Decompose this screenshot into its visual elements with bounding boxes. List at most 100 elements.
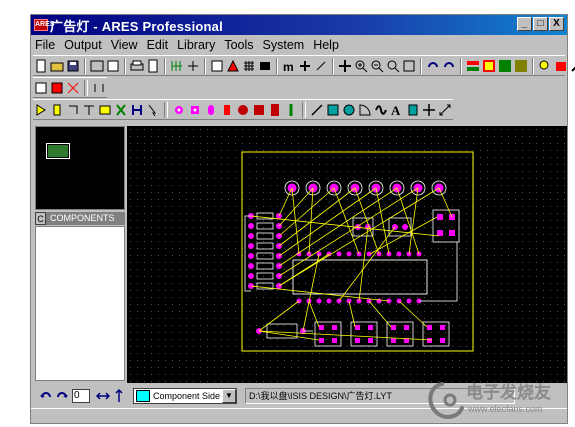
padstack-icon[interactable] bbox=[284, 103, 298, 117]
toolbar-separator bbox=[204, 57, 206, 74]
autoplace-icon[interactable] bbox=[50, 81, 64, 95]
ratsnest-icon[interactable] bbox=[66, 81, 80, 95]
design-toolbar bbox=[33, 77, 107, 98]
new-file-icon[interactable] bbox=[34, 59, 48, 73]
menu-edit[interactable]: Edit bbox=[147, 38, 169, 52]
drc-icon[interactable] bbox=[92, 81, 106, 95]
selection-mode-icon[interactable] bbox=[34, 103, 48, 117]
block-copy-icon[interactable] bbox=[466, 59, 480, 73]
metric-icon[interactable] bbox=[258, 59, 272, 73]
rotate-anticlockwise-icon[interactable] bbox=[39, 389, 53, 403]
block-move-icon[interactable] bbox=[482, 59, 496, 73]
svg-text:A: A bbox=[391, 103, 401, 117]
redo-icon[interactable] bbox=[442, 59, 456, 73]
minimize-button[interactable]: _ bbox=[517, 17, 532, 31]
rotation-angle-field[interactable]: 0 bbox=[72, 389, 90, 403]
via-mode-icon[interactable] bbox=[98, 103, 112, 117]
round-pad-icon[interactable] bbox=[172, 103, 186, 117]
metric-toggle-icon[interactable]: m bbox=[282, 59, 296, 74]
mirror-y-icon[interactable] bbox=[112, 388, 126, 403]
components-selector-button[interactable]: C bbox=[35, 212, 46, 225]
edge-pad-icon[interactable] bbox=[220, 103, 234, 117]
mirror-x-icon[interactable] bbox=[95, 389, 111, 403]
layers-icon[interactable] bbox=[226, 59, 240, 73]
watermark-brand-text: 电子发烧友 bbox=[466, 382, 551, 403]
menu-view[interactable]: View bbox=[111, 38, 138, 52]
marker-tool-icon[interactable] bbox=[422, 103, 436, 117]
export-icon[interactable] bbox=[106, 59, 120, 73]
overview-board-thumbnail bbox=[48, 145, 68, 157]
components-list[interactable] bbox=[35, 226, 125, 381]
watermark-url-text: www.elecfans.com bbox=[467, 404, 543, 414]
resistor-pads bbox=[248, 213, 282, 289]
main-toolbar: m bbox=[33, 55, 575, 76]
symbol-tool-icon[interactable] bbox=[406, 103, 420, 117]
refresh-icon[interactable] bbox=[210, 59, 224, 73]
layer-color-swatch bbox=[136, 390, 150, 402]
toolbar-separator bbox=[460, 57, 462, 74]
search-tag-icon[interactable] bbox=[538, 59, 552, 73]
site-watermark: 电子发烧友 www.elecfans.com bbox=[422, 374, 572, 424]
rect-smt-pad-icon[interactable] bbox=[252, 103, 266, 117]
package-tool-icon[interactable] bbox=[554, 59, 568, 73]
ratsnest-mode-icon[interactable] bbox=[130, 103, 144, 117]
overview-window[interactable] bbox=[35, 126, 125, 210]
zone-mode-icon[interactable] bbox=[114, 103, 128, 117]
menu-tools[interactable]: Tools bbox=[224, 38, 253, 52]
pan-icon[interactable] bbox=[338, 59, 352, 73]
block-rotate-icon[interactable] bbox=[498, 59, 512, 73]
open-folder-icon[interactable] bbox=[50, 59, 64, 73]
left-panel: C COMPONENTS bbox=[33, 126, 127, 383]
menu-system[interactable]: System bbox=[263, 38, 305, 52]
text-tool-icon[interactable]: A bbox=[390, 103, 404, 118]
menu-library[interactable]: Library bbox=[177, 38, 215, 52]
track-mode-icon[interactable] bbox=[82, 103, 96, 117]
zoom-all-icon[interactable] bbox=[386, 59, 400, 73]
close-button[interactable]: X bbox=[549, 17, 564, 31]
circle-tool-icon[interactable] bbox=[342, 103, 356, 117]
print-icon[interactable] bbox=[130, 59, 144, 73]
pcb-editing-canvas[interactable] bbox=[127, 126, 567, 383]
connectivity-icon[interactable] bbox=[146, 103, 160, 117]
zoom-in-icon[interactable] bbox=[354, 59, 368, 73]
dimension-tool-icon[interactable] bbox=[438, 103, 452, 117]
layer-selector[interactable]: Component Side ▼ bbox=[133, 388, 237, 404]
ic-pads bbox=[296, 251, 422, 304]
chevron-down-icon[interactable]: ▼ bbox=[222, 389, 236, 403]
circular-smt-pad-icon[interactable] bbox=[236, 103, 250, 117]
menu-help[interactable]: Help bbox=[313, 38, 339, 52]
origin-icon[interactable] bbox=[186, 59, 200, 73]
window-title: 广告灯 - ARES Professional bbox=[50, 18, 223, 34]
component-mode-icon[interactable] bbox=[50, 103, 64, 117]
undo-icon[interactable] bbox=[426, 59, 440, 73]
dil-pad-icon[interactable] bbox=[204, 103, 218, 117]
ares-window: ARES 广告灯 - ARES Professional _ □ X File … bbox=[30, 14, 575, 424]
arc-tool-icon[interactable] bbox=[358, 103, 372, 117]
square-pad-icon[interactable] bbox=[188, 103, 202, 117]
rotate-clockwise-icon[interactable] bbox=[55, 389, 69, 403]
import-icon[interactable] bbox=[90, 59, 104, 73]
title-bar[interactable]: ARES 广告灯 - ARES Professional _ □ X bbox=[31, 15, 567, 35]
layer-selector-value: Component Side bbox=[153, 391, 221, 401]
false-origin-icon[interactable] bbox=[298, 59, 312, 73]
grid-toggle-icon[interactable] bbox=[170, 59, 184, 73]
netlist-icon[interactable] bbox=[34, 81, 48, 95]
grid-icon[interactable] bbox=[242, 59, 256, 73]
box-tool-icon[interactable] bbox=[326, 103, 340, 117]
polygonal-pad-icon[interactable] bbox=[268, 103, 282, 117]
zoom-out-icon[interactable] bbox=[370, 59, 384, 73]
maximize-button[interactable]: □ bbox=[533, 17, 548, 31]
mode-toolbar: A bbox=[33, 99, 453, 120]
toolbar-separator bbox=[124, 57, 126, 74]
page-setup-icon[interactable] bbox=[146, 59, 160, 73]
snap-icon[interactable] bbox=[314, 59, 328, 73]
zoom-area-icon[interactable] bbox=[402, 59, 416, 73]
package-mode-icon[interactable] bbox=[66, 103, 80, 117]
save-icon[interactable] bbox=[66, 59, 80, 73]
menu-file[interactable]: File bbox=[35, 38, 55, 52]
auto-route-icon[interactable] bbox=[570, 59, 575, 73]
path-tool-icon[interactable] bbox=[374, 103, 388, 117]
line-tool-icon[interactable] bbox=[310, 103, 324, 117]
block-delete-icon[interactable] bbox=[514, 59, 528, 73]
menu-output[interactable]: Output bbox=[64, 38, 102, 52]
